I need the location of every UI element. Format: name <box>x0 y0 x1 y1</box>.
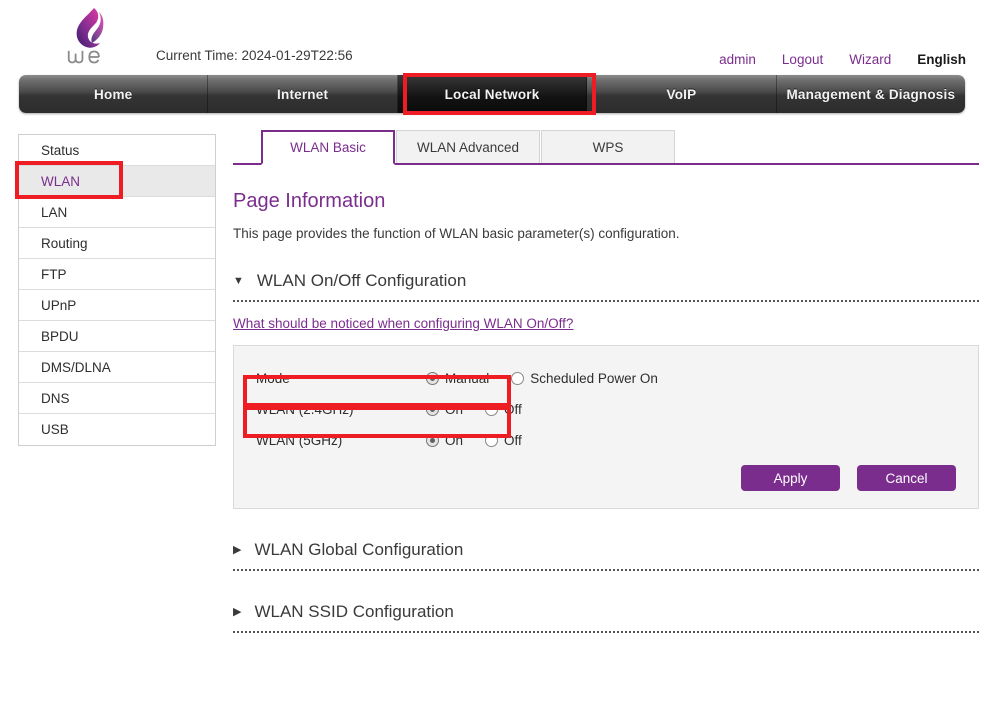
we-logo <box>58 6 124 68</box>
sidebar-item-wlan[interactable]: WLAN <box>19 166 215 197</box>
nav-item-internet[interactable]: Internet <box>208 75 398 113</box>
label-wlan-24ghz: WLAN (2.4GHz) <box>256 402 354 417</box>
wizard-link[interactable]: Wizard <box>849 52 891 67</box>
radio-option-24ghz-on[interactable]: On <box>426 402 463 417</box>
sidebar-item-dms-dlna[interactable]: DMS/DLNA <box>19 352 215 383</box>
nav-item-voip[interactable]: VoIP <box>587 75 777 113</box>
nav-item-home[interactable]: Home <box>19 75 209 113</box>
label-wlan-5ghz: WLAN (5GHz) <box>256 433 343 448</box>
tab-wps[interactable]: WPS <box>541 130 676 163</box>
form-row-wlan-5ghz: WLAN (5GHz) On Off <box>256 425 956 456</box>
tab-bar: WLAN Basic WLAN Advanced WPS <box>233 130 979 165</box>
radio-scheduled-icon[interactable] <box>511 372 525 385</box>
radio-24ghz-off-icon[interactable] <box>485 403 499 416</box>
radio-manual-icon[interactable] <box>426 372 439 385</box>
radio-label-24ghz-on: On <box>445 402 464 417</box>
page-description: This page provides the function of WLAN … <box>233 226 680 241</box>
cancel-button[interactable]: Cancel <box>857 465 956 491</box>
sidebar-item-lan[interactable]: LAN <box>19 197 215 228</box>
chevron-right-icon: ▶ <box>233 543 242 556</box>
page-title: Page Information <box>233 190 386 212</box>
wlan-onoff-notice-link[interactable]: What should be noticed when configuring … <box>233 316 573 331</box>
sidebar-item-dns[interactable]: DNS <box>19 383 215 414</box>
sidebar-item-ftp[interactable]: FTP <box>19 259 215 290</box>
tab-wlan-basic[interactable]: WLAN Basic <box>261 130 395 165</box>
radio-label-manual: Manual <box>445 371 490 386</box>
sidebar-item-usb[interactable]: USB <box>19 414 215 445</box>
section-title-wlan-global: WLAN Global Configuration <box>254 540 464 559</box>
form-buttons: Apply Cancel <box>741 465 956 491</box>
radio-option-manual[interactable]: Manual <box>426 371 489 386</box>
wlan-onoff-form: Mode Manual Scheduled Power On WLAN (2.4… <box>233 345 979 509</box>
label-mode: Mode <box>256 371 290 386</box>
sidebar-item-bpdu[interactable]: BPDU <box>19 321 215 352</box>
radio-group-wlan-24ghz: On Off <box>426 402 544 417</box>
chevron-down-icon: ▼ <box>233 274 244 287</box>
form-row-wlan-24ghz: WLAN (2.4GHz) On Off <box>256 394 956 425</box>
flame-logo-icon <box>76 8 104 48</box>
sidebar-menu: Status WLAN LAN Routing FTP UPnP BPDU DM… <box>18 134 216 446</box>
radio-option-5ghz-on[interactable]: On <box>426 433 463 448</box>
radio-label-24ghz-off: Off <box>504 402 522 417</box>
header-links: admin Logout Wizard English <box>719 52 966 67</box>
sidebar-item-status[interactable]: Status <box>19 135 215 166</box>
radio-label-5ghz-off: Off <box>504 433 522 448</box>
username-link[interactable]: admin <box>719 52 756 67</box>
main-content: WLAN Basic WLAN Advanced WPS Page Inform… <box>233 130 979 633</box>
tab-wlan-advanced[interactable]: WLAN Advanced <box>396 130 541 163</box>
radio-option-24ghz-off[interactable]: Off <box>485 402 522 417</box>
we-wordmark-icon <box>67 50 100 64</box>
sidebar-item-routing[interactable]: Routing <box>19 228 215 259</box>
radio-label-scheduled: Scheduled Power On <box>530 371 658 386</box>
page-header: Current Time: 2024-01-29T22:56 admin Log… <box>0 0 984 74</box>
nav-item-management-diagnosis[interactable]: Management & Diagnosis <box>777 75 965 113</box>
radio-group-wlan-5ghz: On Off <box>426 433 544 448</box>
radio-label-5ghz-on: On <box>445 433 464 448</box>
section-title-wlan-onoff: WLAN On/Off Configuration <box>256 271 467 290</box>
current-time-label: Current Time: 2024-01-29T22:56 <box>156 48 353 63</box>
radio-5ghz-off-icon[interactable] <box>485 434 499 447</box>
nav-item-local-network[interactable]: Local Network <box>397 75 588 113</box>
radio-group-mode: Manual Scheduled Power On <box>426 371 680 386</box>
sidebar-item-upnp[interactable]: UPnP <box>19 290 215 321</box>
chevron-right-icon: ▶ <box>233 605 242 618</box>
radio-option-5ghz-off[interactable]: Off <box>485 433 522 448</box>
form-row-mode: Mode Manual Scheduled Power On <box>256 363 956 394</box>
section-title-wlan-ssid: WLAN SSID Configuration <box>254 602 454 621</box>
apply-button[interactable]: Apply <box>741 465 840 491</box>
main-navigation: Home Internet Local Network VoIP Managem… <box>19 75 965 113</box>
section-header-wlan-global[interactable]: ▶ WLAN Global Configuration <box>233 540 979 571</box>
logout-link[interactable]: Logout <box>782 52 823 67</box>
section-header-wlan-onoff[interactable]: ▼ WLAN On/Off Configuration <box>233 271 979 302</box>
radio-24ghz-on-icon[interactable] <box>426 403 439 416</box>
language-selector[interactable]: English <box>917 52 966 67</box>
section-header-wlan-ssid[interactable]: ▶ WLAN SSID Configuration <box>233 602 979 633</box>
radio-5ghz-on-icon[interactable] <box>426 434 439 447</box>
radio-option-scheduled-power-on[interactable]: Scheduled Power On <box>511 371 658 386</box>
